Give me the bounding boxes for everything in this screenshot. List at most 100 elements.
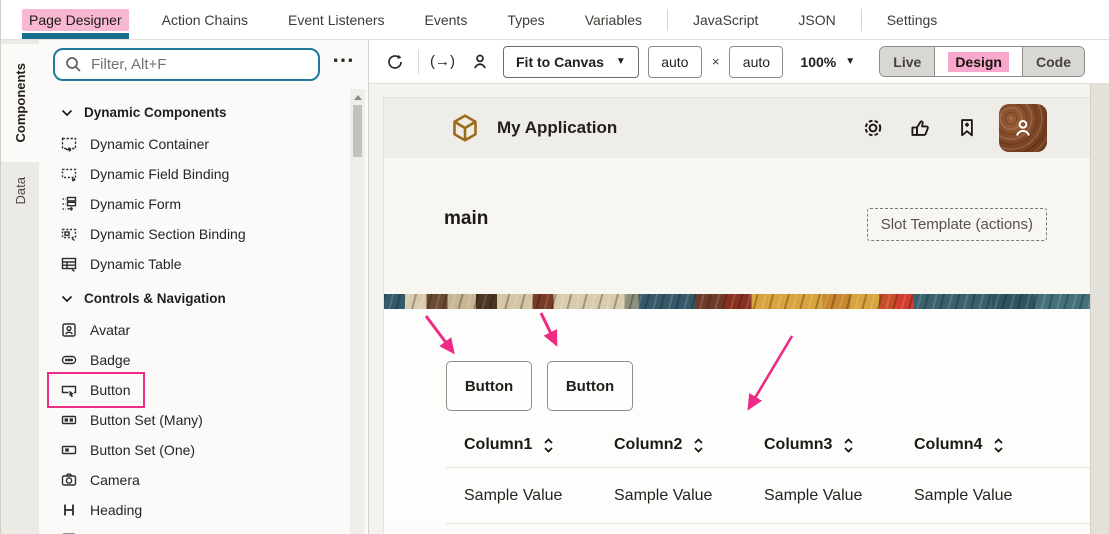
mode-switcher: Live Design Code bbox=[879, 46, 1085, 77]
column-header-3[interactable]: Column3 bbox=[746, 436, 896, 454]
component-palette: ⋯ Dynamic Components Dynamic Container D… bbox=[39, 40, 369, 534]
tab-types[interactable]: Types bbox=[487, 0, 564, 39]
tab-divider bbox=[667, 9, 668, 31]
tab-divider bbox=[861, 9, 862, 31]
tab-variables[interactable]: Variables bbox=[565, 0, 662, 39]
palette-item-highlight-text[interactable]: A Highlight Text bbox=[39, 525, 368, 534]
sort-icon[interactable] bbox=[843, 437, 854, 454]
gear-icon[interactable] bbox=[858, 117, 888, 139]
avatar-person-icon bbox=[1011, 116, 1035, 140]
fit-to-canvas-dropdown[interactable]: Fit to Canvas ▼ bbox=[503, 46, 639, 78]
table-cell: Sample Value bbox=[596, 487, 746, 505]
palette-item-button-set-many[interactable]: Button Set (Many) bbox=[39, 405, 368, 435]
table-row[interactable]: Sample Value Sample Value Sample Value S… bbox=[446, 468, 1091, 523]
palette-item-dynamic-table[interactable]: Dynamic Table bbox=[39, 249, 368, 279]
page-header-section: main Slot Template (actions) bbox=[384, 158, 1091, 294]
mode-design-button[interactable]: Design bbox=[934, 47, 1022, 76]
palette-item-avatar[interactable]: Avatar bbox=[39, 315, 368, 345]
palette-item-camera[interactable]: Camera bbox=[39, 465, 368, 495]
palette-item-heading[interactable]: Heading bbox=[39, 495, 368, 525]
scroll-up-icon[interactable] bbox=[350, 89, 365, 105]
mode-code-button[interactable]: Code bbox=[1022, 47, 1084, 76]
tab-page-designer[interactable]: Page Designer bbox=[9, 0, 142, 39]
tab-settings[interactable]: Settings bbox=[867, 0, 958, 39]
button-set-many-icon bbox=[61, 412, 77, 428]
page-content-section: Button Button Column1 Column2 bbox=[384, 309, 1091, 524]
mode-live-button[interactable]: Live bbox=[880, 47, 934, 76]
slot-template-placeholder[interactable]: Slot Template (actions) bbox=[867, 208, 1047, 241]
button-set-one-icon bbox=[61, 442, 77, 458]
side-rail: Components Data bbox=[1, 40, 39, 534]
palette-item-dynamic-form[interactable]: Dynamic Form bbox=[39, 189, 368, 219]
tab-event-listeners[interactable]: Event Listeners bbox=[268, 0, 405, 39]
dimension-separator: × bbox=[711, 54, 721, 69]
preview-button-2[interactable]: Button bbox=[547, 361, 633, 411]
overflow-menu-icon[interactable]: ⋯ bbox=[326, 50, 362, 80]
rail-tab-data[interactable]: Data bbox=[1, 162, 39, 220]
palette-item-button-set-one[interactable]: Button Set (One) bbox=[39, 435, 368, 465]
refresh-icon[interactable] bbox=[381, 48, 409, 76]
toolbar-divider bbox=[418, 50, 419, 74]
preview-table: Column1 Column2 Column3 bbox=[446, 423, 1091, 524]
app-title: My Application bbox=[497, 118, 617, 138]
palette-item-button[interactable]: Button bbox=[39, 375, 368, 405]
section-dynamic-components[interactable]: Dynamic Components bbox=[39, 97, 368, 129]
table-cell: Sample Value bbox=[746, 487, 896, 505]
section-controls-navigation[interactable]: Controls & Navigation bbox=[39, 283, 368, 315]
dynamic-table-icon bbox=[61, 256, 77, 272]
page-title: main bbox=[444, 208, 488, 230]
bookmark-add-icon[interactable] bbox=[952, 117, 982, 139]
palette-item-dynamic-section-binding[interactable]: Dynamic Section Binding bbox=[39, 219, 368, 249]
decorative-banner bbox=[384, 294, 1091, 309]
table-cell: Sample Value bbox=[446, 487, 596, 505]
cube-logo-icon bbox=[450, 113, 480, 143]
top-tab-bar: Page Designer Action Chains Event Listen… bbox=[1, 0, 1109, 40]
badge-icon bbox=[61, 352, 77, 368]
column-header-4[interactable]: Column4 bbox=[896, 436, 1046, 454]
canvas-scrollbar-gutter[interactable] bbox=[1090, 84, 1109, 534]
chevron-down-icon bbox=[61, 109, 73, 117]
column-header-2[interactable]: Column2 bbox=[596, 436, 746, 454]
canvas-height-input[interactable] bbox=[729, 46, 783, 78]
canvas-toolbar: (→) Fit to Canvas ▼ × 100% ▼ Live Design bbox=[369, 40, 1109, 84]
caret-down-icon: ▼ bbox=[845, 56, 855, 67]
component-filter bbox=[53, 48, 320, 81]
dynamic-form-icon bbox=[61, 196, 77, 212]
palette-item-dynamic-field-binding[interactable]: Dynamic Field Binding bbox=[39, 159, 368, 189]
tab-json[interactable]: JSON bbox=[778, 0, 855, 39]
tab-events[interactable]: Events bbox=[405, 0, 488, 39]
column-header-1[interactable]: Column1 bbox=[446, 436, 596, 454]
user-icon[interactable] bbox=[466, 48, 494, 76]
dynamic-field-binding-icon bbox=[61, 166, 77, 182]
filter-input[interactable] bbox=[91, 56, 308, 73]
heading-icon bbox=[61, 502, 77, 518]
table-cell: Sample Value bbox=[896, 487, 1046, 505]
sort-icon[interactable] bbox=[543, 437, 554, 454]
canvas-width-input[interactable] bbox=[648, 46, 702, 78]
user-avatar[interactable] bbox=[999, 104, 1047, 152]
app-header: My Application bbox=[384, 98, 1091, 158]
button-icon bbox=[61, 382, 77, 398]
dynamic-container-icon bbox=[61, 136, 77, 152]
sort-icon[interactable] bbox=[993, 437, 1004, 454]
zoom-dropdown[interactable]: 100% ▼ bbox=[800, 54, 855, 70]
component-list: Dynamic Components Dynamic Container Dyn… bbox=[39, 89, 368, 534]
live-expression-icon[interactable]: (→) bbox=[428, 53, 457, 70]
design-viewport: My Application bbox=[369, 84, 1109, 534]
preview-button-1[interactable]: Button bbox=[446, 361, 532, 411]
tab-action-chains[interactable]: Action Chains bbox=[142, 0, 268, 39]
dynamic-section-binding-icon bbox=[61, 226, 77, 242]
palette-item-dynamic-container[interactable]: Dynamic Container bbox=[39, 129, 368, 159]
thumbs-up-icon[interactable] bbox=[905, 117, 935, 139]
palette-item-badge[interactable]: Badge bbox=[39, 345, 368, 375]
table-header-row: Column1 Column2 Column3 bbox=[446, 423, 1091, 467]
palette-scrollbar[interactable] bbox=[350, 89, 365, 534]
chevron-down-icon bbox=[61, 295, 73, 303]
sort-icon[interactable] bbox=[693, 437, 704, 454]
camera-icon bbox=[61, 472, 77, 488]
tab-javascript[interactable]: JavaScript bbox=[673, 0, 778, 39]
search-icon bbox=[65, 56, 82, 73]
rail-tab-components[interactable]: Components bbox=[1, 44, 39, 162]
scrollbar-thumb[interactable] bbox=[353, 105, 362, 157]
table-divider bbox=[446, 523, 1091, 524]
